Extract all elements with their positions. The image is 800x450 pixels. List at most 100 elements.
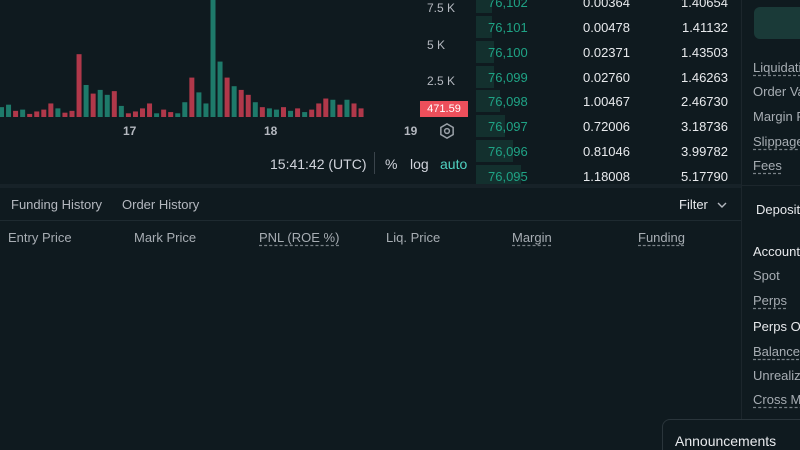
- volume-bar: [161, 109, 167, 117]
- gear-icon[interactable]: [438, 122, 456, 140]
- bid-size: 1.18008: [583, 169, 630, 184]
- bid-price: 76,096: [488, 144, 528, 159]
- bid-size: 0.00478: [583, 20, 630, 35]
- volume-bar: [13, 110, 19, 117]
- volume-bar: [344, 99, 350, 117]
- bid-total: 1.40654: [681, 0, 728, 10]
- volume-bar: [266, 108, 272, 117]
- volume-bar: [132, 111, 138, 117]
- volume-bar: [316, 103, 322, 117]
- fees-label: Fees: [753, 158, 782, 173]
- volume-bar: [83, 84, 89, 117]
- volume-bar: [168, 112, 174, 117]
- balance-label: Balance: [753, 344, 800, 359]
- volume-bar: [27, 113, 33, 117]
- orderbook-row[interactable]: 76,097 0.72006 3.18736: [476, 115, 740, 139]
- log-scale-button[interactable]: log: [410, 156, 429, 172]
- y-axis-label-7500: 7.5 K: [427, 1, 456, 15]
- volume-bar: [147, 103, 153, 117]
- bid-total: 3.18736: [681, 119, 728, 134]
- bid-size: 0.72006: [583, 119, 630, 134]
- volume-bar: [140, 108, 145, 117]
- place-order-button[interactable]: [754, 7, 800, 39]
- orderbook-row[interactable]: 76,100 0.02371 1.43503: [476, 41, 740, 65]
- volume-bar: [238, 89, 244, 117]
- volume-bar: [224, 77, 230, 117]
- bid-price: 76,095: [488, 169, 528, 184]
- volume-bar: [97, 89, 103, 117]
- order-value-label: Order Va: [753, 84, 800, 99]
- volume-bar: [55, 108, 61, 117]
- column-margin[interactable]: Margin: [512, 230, 552, 245]
- account-heading: Account: [753, 244, 800, 259]
- column-pnl[interactable]: PNL (ROE %): [259, 230, 339, 245]
- perps-overview-heading: Perps Ov: [753, 319, 800, 334]
- percent-scale-button[interactable]: %: [385, 156, 397, 172]
- volume-bar: [217, 61, 223, 117]
- bid-price: 76,102: [488, 0, 528, 10]
- volume-bar: [189, 77, 195, 117]
- volume-bar: [288, 110, 294, 117]
- volume-bar: [69, 110, 75, 117]
- deposits-tab[interactable]: Deposits: [756, 202, 800, 217]
- volume-bar: [210, 0, 216, 117]
- announcements-title: Announcements: [675, 433, 777, 449]
- filter-dropdown[interactable]: Filter: [679, 197, 708, 212]
- orderbook-row[interactable]: 76,098 1.00467 2.46730: [476, 90, 740, 114]
- volume-bar: [125, 113, 131, 117]
- volume-bar: [76, 54, 82, 117]
- volume-chart: [0, 0, 364, 117]
- auto-scale-button[interactable]: auto: [440, 156, 467, 172]
- tab-order-history[interactable]: Order History: [122, 197, 199, 212]
- unrealized-pnl-label: Unrealize: [753, 368, 800, 383]
- positions-panel: Funding History Order History Filter Ent…: [0, 188, 741, 450]
- volume-bar: [175, 113, 181, 117]
- tab-funding-history[interactable]: Funding History: [11, 197, 102, 212]
- volume-bar: [245, 94, 251, 117]
- volume-bar: [182, 102, 188, 117]
- orderbook-row[interactable]: 76,101 0.00478 1.41132: [476, 16, 740, 40]
- bid-total: 1.43503: [681, 45, 728, 60]
- slippage-label: Slippage: [753, 134, 800, 149]
- chart-area[interactable]: 7.5 K 5 K 2.5 K 17 18 19 471.59 15:41:42…: [0, 0, 474, 184]
- bid-total: 3.99782: [681, 144, 728, 159]
- volume-bar: [259, 107, 265, 117]
- bid-size: 0.02371: [583, 45, 630, 60]
- volume-bar: [90, 93, 96, 117]
- volume-bar: [309, 109, 315, 117]
- volume-bar: [295, 108, 301, 117]
- bid-price: 76,101: [488, 20, 528, 35]
- orderbook-row[interactable]: 76,102 0.00364 1.40654: [476, 0, 740, 15]
- chart-time: 15:41:42 (UTC): [270, 156, 367, 172]
- orderbook-row[interactable]: 76,096 0.81046 3.99782: [476, 140, 740, 164]
- volume-bar: [118, 105, 124, 117]
- volume-bar: [231, 86, 237, 117]
- column-funding[interactable]: Funding: [638, 230, 685, 245]
- spot-label: Spot: [753, 268, 780, 283]
- volume-bar: [111, 91, 117, 117]
- x-axis-label-18: 18: [264, 124, 278, 138]
- volume-bar: [252, 102, 258, 117]
- volume-bar: [323, 98, 329, 117]
- chevron-down-icon[interactable]: [716, 199, 728, 211]
- cross-margin-label: Cross Ma: [753, 392, 800, 407]
- announcements-popup[interactable]: Announcements: [662, 419, 800, 450]
- last-volume-tag: 471.59: [420, 101, 468, 117]
- bid-size: 1.00467: [583, 94, 630, 109]
- bid-price: 76,099: [488, 70, 528, 85]
- column-mark-price: Mark Price: [134, 230, 197, 245]
- volume-bar: [0, 107, 4, 117]
- bid-total: 5.17790: [681, 169, 728, 184]
- margin-required-label: Margin R: [753, 109, 800, 124]
- perps-label: Perps: [753, 293, 787, 308]
- volume-bar: [281, 107, 286, 117]
- volume-bar: [337, 104, 343, 117]
- volume-bar: [358, 108, 364, 117]
- orderbook-row[interactable]: 76,099 0.02760 1.46263: [476, 66, 740, 90]
- column-entry-price: Entry Price: [8, 230, 72, 245]
- volume-bar: [41, 109, 47, 117]
- volume-bar: [302, 112, 308, 117]
- x-axis-label-17: 17: [123, 124, 137, 138]
- bid-total: 2.46730: [681, 94, 728, 109]
- volume-bar: [6, 104, 12, 117]
